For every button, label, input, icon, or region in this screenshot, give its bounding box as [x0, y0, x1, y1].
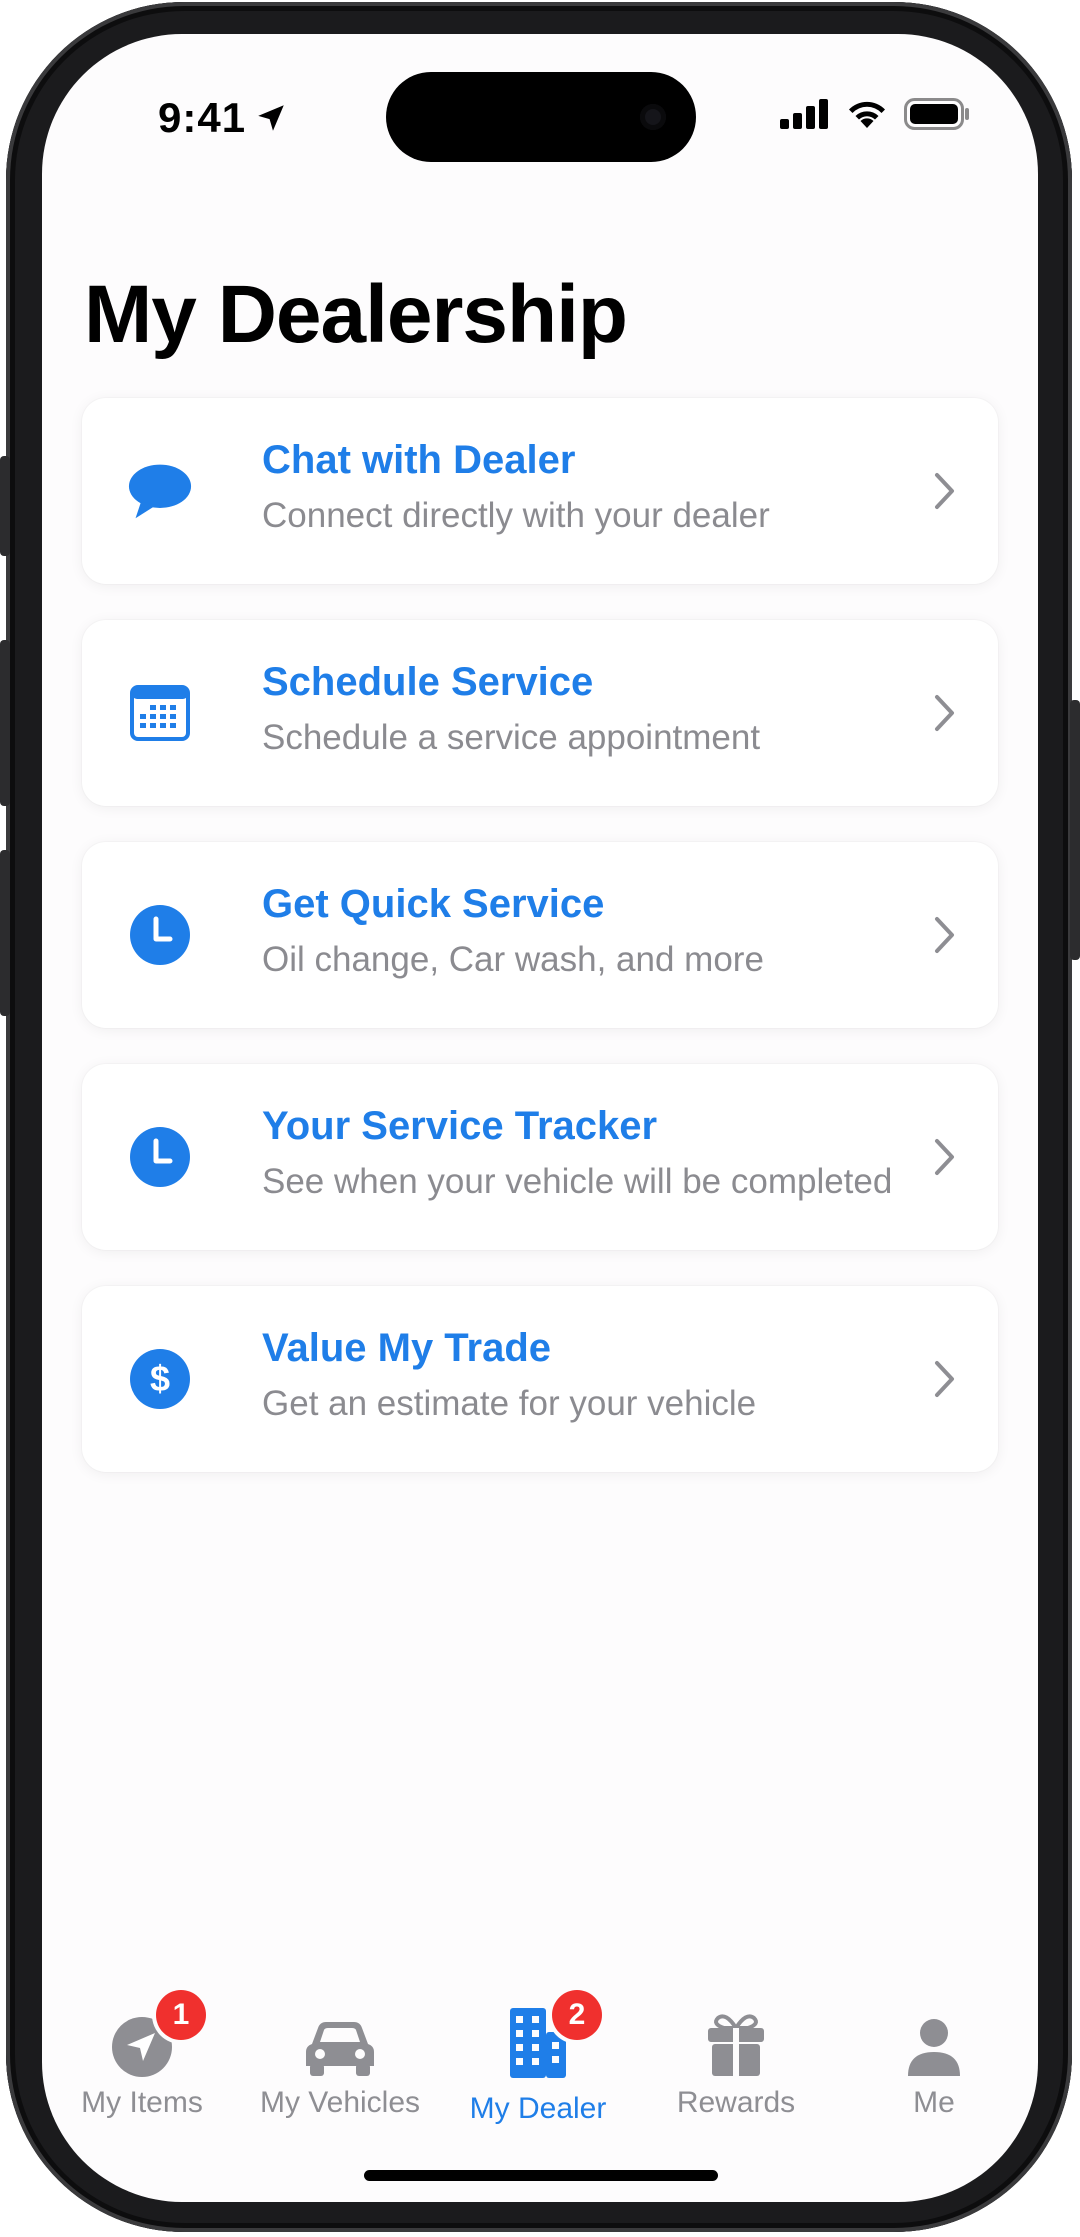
chevron-right-icon	[935, 695, 954, 731]
chevron-right-icon	[935, 1139, 954, 1175]
calendar-icon	[128, 681, 192, 745]
tab-icon-wrap	[250, 1996, 430, 2078]
service-tracker-card[interactable]: Your Service Tracker See when your vehic…	[82, 1064, 998, 1250]
card-subtitle: Schedule a service appointment	[262, 718, 761, 757]
chevron-right-icon	[935, 1361, 954, 1397]
card-subtitle: Get an estimate for your vehicle	[262, 1384, 757, 1423]
chevron-right-icon	[935, 473, 954, 509]
card-title: Chat with Dealer	[262, 438, 576, 482]
screen: 9:41 My Dealership Chat with Dealer Conn…	[42, 34, 1038, 2202]
card-subtitle: Connect directly with your dealer	[262, 496, 770, 535]
notification-badge: 2	[552, 1990, 602, 2040]
chevron-right-icon	[935, 917, 954, 953]
tab-icon-wrap	[844, 1996, 1024, 2078]
car-icon	[306, 2022, 374, 2076]
tab-icon-wrap: 2	[448, 1990, 628, 2078]
volume-up-button	[0, 640, 10, 806]
power-button	[1070, 700, 1080, 960]
action-button	[0, 456, 10, 556]
dynamic-island	[386, 72, 696, 162]
location-arrow-icon	[258, 105, 284, 131]
clock-icon	[128, 1125, 192, 1189]
tab-label: My Dealer	[469, 2092, 607, 2125]
status-time-text: 9:41	[158, 94, 247, 141]
card-title: Schedule Service	[262, 660, 594, 704]
chat-with-dealer-card[interactable]: Chat with Dealer Connect directly with y…	[82, 398, 998, 584]
person-icon	[908, 2019, 960, 2076]
card-title: Value My Trade	[262, 1326, 552, 1370]
tab-label: My Vehicles	[259, 2086, 421, 2119]
tab-icon-wrap: 1	[52, 1990, 232, 2078]
tab-label: Rewards	[676, 2086, 796, 2119]
card-title: Your Service Tracker	[262, 1104, 658, 1148]
gift-icon	[708, 2014, 764, 2076]
tab-icon-wrap	[646, 1996, 826, 2078]
tab-rewards[interactable]: Rewards	[646, 1996, 826, 2120]
tab-my-dealer[interactable]: 2 My Dealer	[448, 1990, 628, 2126]
home-indicator[interactable]	[364, 2170, 718, 2181]
clock-icon	[128, 903, 192, 967]
tab-label: My Items	[81, 2086, 203, 2119]
status-indicators	[780, 98, 970, 130]
card-subtitle: See when your vehicle will be completed	[262, 1162, 893, 1201]
tab-my-vehicles[interactable]: My Vehicles	[250, 1996, 430, 2120]
tab-me[interactable]: Me	[844, 1996, 1024, 2120]
card-subtitle: Oil change, Car wash, and more	[262, 940, 764, 979]
status-time: 9:41	[158, 94, 288, 142]
schedule-service-card[interactable]: Schedule Service Schedule a service appo…	[82, 620, 998, 806]
dealership-options-list: Chat with Dealer Connect directly with y…	[82, 398, 998, 1508]
front-camera	[640, 104, 666, 130]
value-my-trade-card[interactable]: $ Value My Trade Get an estimate for you…	[82, 1286, 998, 1472]
tab-bar: 1 My Items My Vehicles 2 My Dealer Rewar…	[42, 1990, 1038, 2146]
tab-label: Me	[913, 2086, 955, 2119]
wifi-icon	[849, 101, 885, 128]
volume-down-button	[0, 850, 10, 1016]
cellular-signal-icon	[780, 99, 828, 129]
chat-bubble-icon	[128, 459, 192, 523]
dollar-icon: $	[128, 1347, 192, 1411]
get-quick-service-card[interactable]: Get Quick Service Oil change, Car wash, …	[82, 842, 998, 1028]
battery-icon	[904, 98, 969, 130]
notification-badge: 1	[156, 1990, 206, 2040]
card-title: Get Quick Service	[262, 882, 605, 926]
page-title: My Dealership	[84, 269, 628, 360]
tab-my-items[interactable]: 1 My Items	[52, 1990, 232, 2120]
svg-text:$: $	[150, 1358, 170, 1399]
